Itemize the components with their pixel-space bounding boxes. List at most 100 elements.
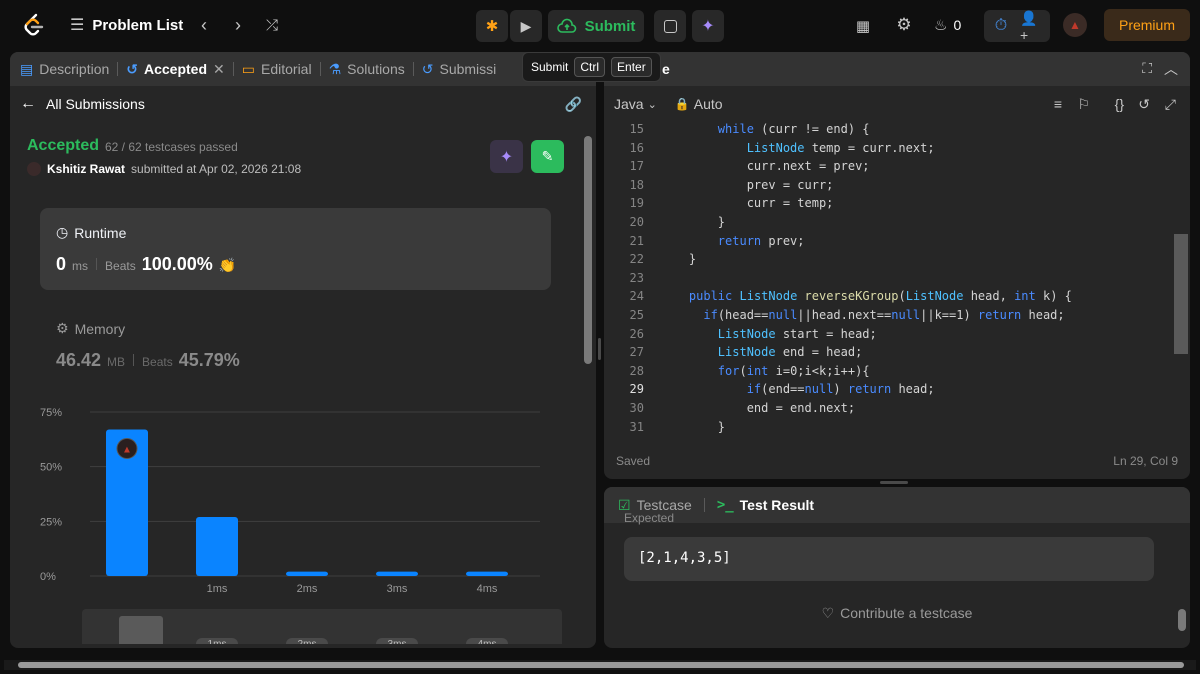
code-line[interactable]: for(int i=0;i<k;i++){ [660, 364, 870, 378]
tooltip-label: Submit [531, 60, 569, 74]
code-line[interactable]: return prev; [660, 234, 805, 248]
submit-label: Submit [584, 17, 636, 35]
code-line[interactable]: curr.next = prev; [660, 159, 870, 173]
expand-icon[interactable]: ⤢ [1165, 96, 1176, 113]
bug-icon: ✱ [485, 18, 499, 35]
author-name[interactable]: Kshitiz Rawat [47, 162, 125, 176]
expected-output: [2,1,4,3,5] [624, 537, 1154, 581]
language-select[interactable]: Java [614, 96, 644, 112]
contribute-testcase-button[interactable]: ♡ Contribute a testcase [604, 605, 1190, 622]
chevron-down-icon[interactable]: ⌄ [648, 98, 657, 111]
tab-testcase[interactable]: ☑ Testcase [618, 497, 692, 514]
runtime-distribution-chart[interactable]: 75% 50% 25% 0% ▲ 1ms 2ms 3ms 4ms 1ms 2ms 3ms 4ms [40, 394, 570, 648]
chevron-right-icon: › [235, 14, 241, 35]
back-arrow-icon[interactable]: ← [20, 95, 36, 113]
code-line[interactable]: prev = curr; [660, 178, 834, 192]
shuffle-icon: ⤮ [265, 16, 278, 34]
code-line[interactable]: curr = temp; [660, 196, 834, 210]
code-line[interactable]: } [660, 215, 725, 229]
analyze-button[interactable]: ✦ [490, 140, 523, 173]
overview-label: 3ms [388, 639, 407, 644]
tab-submissions[interactable]: ↺ Submissi [414, 52, 505, 86]
terminal-icon: >_ [716, 497, 734, 513]
left-scrollbar[interactable] [584, 136, 592, 364]
code-tab-label-partial[interactable]: e [662, 61, 670, 77]
overview-label: 4ms [478, 639, 497, 644]
share-link-icon[interactable]: 🔗 [565, 96, 582, 113]
code-line[interactable]: ListNode start = head; [660, 327, 877, 341]
code-line[interactable]: if(head==null||head.next==null||k==1) re… [660, 308, 1064, 322]
overview-label: 1ms [208, 639, 227, 644]
code-line[interactable]: end = end.next; [660, 401, 855, 415]
all-submissions-link[interactable]: All Submissions [46, 96, 145, 112]
tab-editorial[interactable]: ▭ Editorial [234, 52, 320, 86]
y-tick-label: 50% [40, 462, 62, 474]
editor-status-bar: Saved Ln 29, Col 9 [604, 448, 1190, 472]
line-number: 20 [629, 215, 644, 229]
chevron-left-icon: ‹ [201, 14, 207, 35]
streak-count: 0 [953, 17, 962, 33]
testcases-passed: 62 / 62 testcases passed [105, 140, 238, 154]
reset-icon[interactable]: ↺ [1138, 96, 1150, 113]
avatar-icon: ▲ [1069, 18, 1081, 32]
settings-button[interactable]: ⚙ [893, 14, 915, 36]
auto-mode[interactable]: Auto [694, 96, 723, 112]
user-avatar[interactable]: ▲ [1063, 13, 1087, 37]
run-button[interactable]: ▶ [510, 10, 542, 42]
edit-solution-button[interactable]: ✎ [531, 140, 564, 173]
format-icon[interactable]: ≡ [1054, 96, 1062, 112]
ai-assistant-button[interactable]: ✦ [692, 10, 724, 42]
memory-label: Memory [74, 320, 126, 337]
timer-button[interactable]: ⏱ [990, 15, 1012, 37]
tab-accepted[interactable]: ↺ Accepted ✕ [118, 52, 233, 86]
invite-user-button[interactable]: 👤+ [1020, 10, 1044, 43]
submission-status: Accepted [27, 137, 100, 154]
horizontal-scrollbar-thumb[interactable] [18, 662, 1184, 668]
debug-button[interactable]: ✱ [476, 10, 508, 42]
runtime-value: 0 ms Beats 100.00% 👏 [56, 254, 236, 275]
shuffle-button[interactable]: ⤮ [259, 12, 285, 38]
notes-button[interactable] [654, 10, 686, 42]
code-line[interactable]: ListNode temp = curr.next; [660, 141, 935, 155]
braces-icon[interactable]: {} [1115, 96, 1124, 112]
collapse-icon[interactable]: ︿ [1164, 59, 1178, 79]
leetcode-logo-icon[interactable] [22, 13, 46, 37]
prev-problem-button[interactable]: ‹ [191, 12, 217, 38]
tab-description[interactable]: ▤ Description [10, 52, 117, 86]
tab-solutions-label: Solutions [347, 61, 405, 77]
panel-resize-handle[interactable] [880, 481, 908, 484]
submission-header: ← All Submissions 🔗 [10, 88, 596, 120]
play-icon: ▶ [520, 17, 532, 34]
chip-icon: ⚙ [56, 320, 69, 336]
line-number: 21 [629, 233, 644, 248]
code-editor[interactable]: 15 while (curr != end) {16 ListNode temp… [604, 118, 1174, 436]
submit-button[interactable]: Submit [548, 10, 644, 42]
line-number: 31 [629, 419, 644, 434]
memory-card[interactable]: ⚙ Memory 46.42 MB Beats 45.79% [40, 304, 551, 384]
bottom-scrollbar[interactable] [1178, 609, 1186, 631]
memory-title: ⚙ Memory [56, 320, 125, 337]
submission-author: Kshitiz Rawat submitted at Apr 02, 2026 … [27, 162, 301, 176]
next-problem-button[interactable]: › [225, 12, 251, 38]
streak-counter[interactable]: ♨ 0 [934, 14, 961, 36]
vertical-resize-handle[interactable] [598, 338, 601, 360]
code-line[interactable]: } [660, 420, 725, 434]
layout-button[interactable]: ▦ [852, 15, 874, 37]
tab-solutions[interactable]: ⚗ Solutions [321, 52, 413, 86]
code-line[interactable]: public ListNode reverseKGroup(ListNode h… [660, 289, 1072, 303]
code-line[interactable]: if(end==null) return head; [660, 382, 935, 396]
line-number: 23 [629, 270, 644, 285]
code-line[interactable]: ListNode end = head; [660, 345, 863, 359]
close-icon[interactable]: ✕ [213, 61, 225, 78]
code-line[interactable]: while (curr != end) { [660, 122, 870, 136]
problem-list-button[interactable]: ☰ Problem List [70, 12, 183, 38]
line-number: 18 [629, 177, 644, 192]
maximize-icon[interactable]: ⛶ [1142, 60, 1152, 77]
code-scrollbar[interactable] [1174, 234, 1188, 354]
code-line[interactable]: } [660, 252, 696, 266]
tab-test-result[interactable]: >_ Test Result [717, 497, 814, 513]
horizontal-scrollbar[interactable] [4, 660, 1196, 670]
premium-button[interactable]: Premium [1104, 9, 1190, 41]
runtime-card[interactable]: ◷ Runtime 0 ms Beats 100.00% 👏 [40, 208, 551, 290]
bookmark-icon[interactable]: ⚐ [1077, 96, 1090, 113]
